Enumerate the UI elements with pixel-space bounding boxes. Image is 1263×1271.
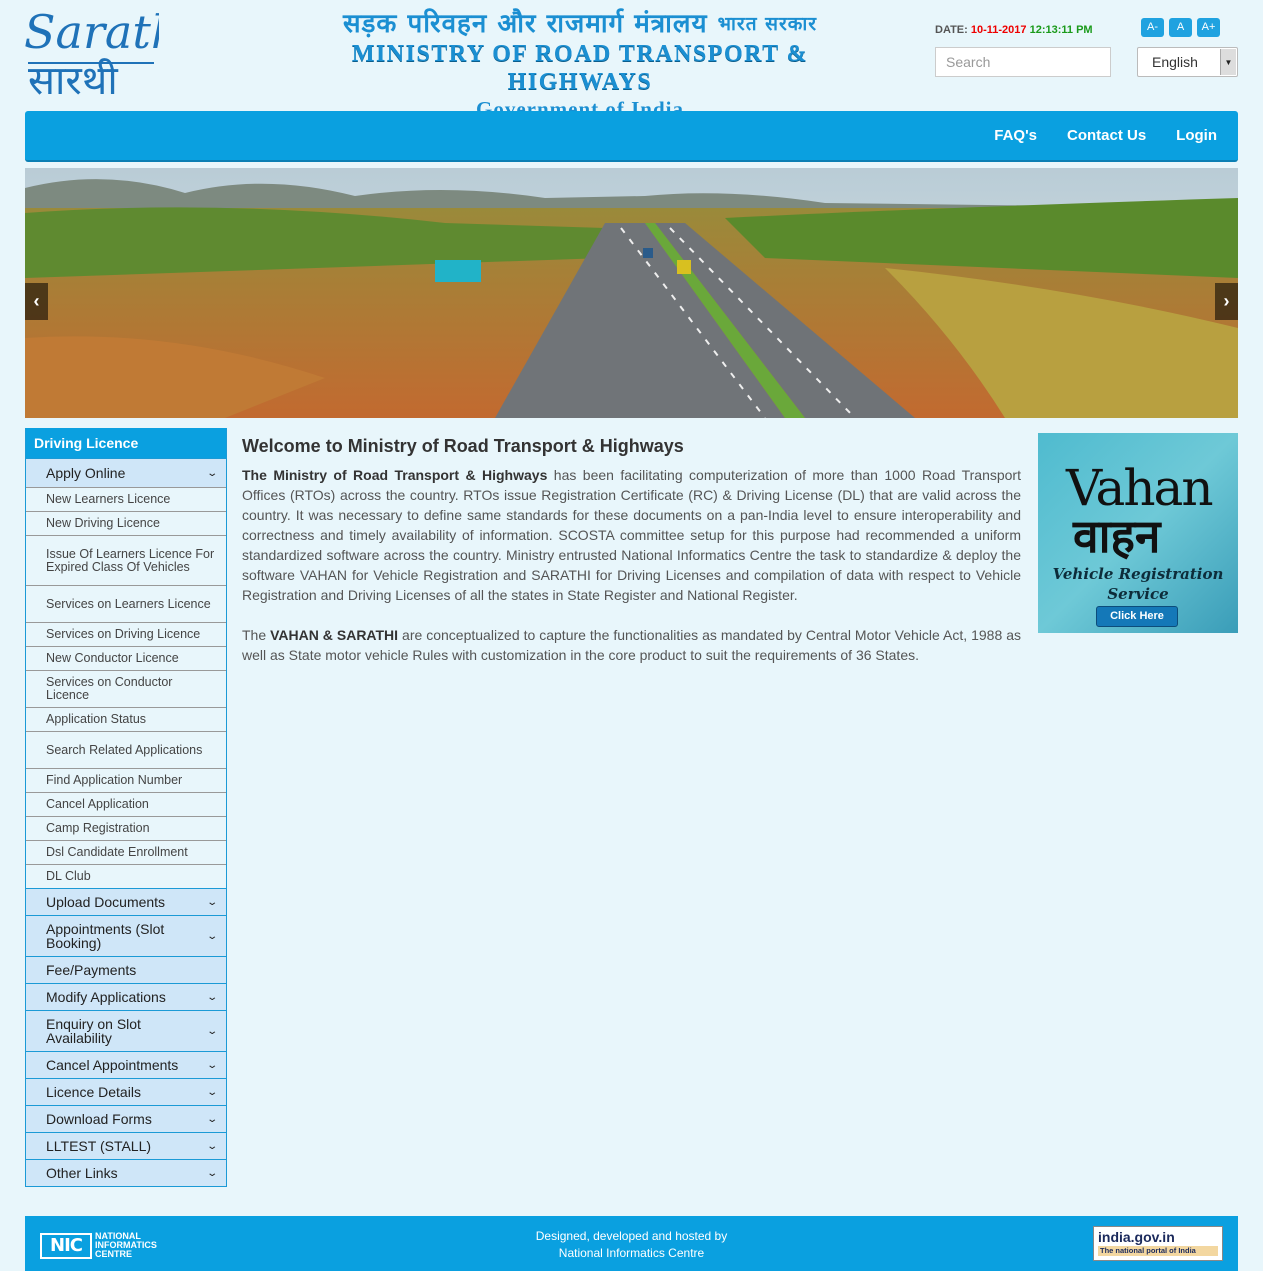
chevron-down-icon: ⌄ bbox=[205, 1113, 218, 1125]
vahan-title-en: Vahan bbox=[1066, 459, 1214, 517]
date-time: DATE: 10-11-2017 12:13:11 PM bbox=[935, 24, 1093, 36]
india-gov-link[interactable]: india.gov.in The national portal of Indi… bbox=[1093, 1226, 1223, 1261]
nav-contact-us[interactable]: Contact Us bbox=[1052, 127, 1161, 144]
logo-text-en: Sarathi bbox=[24, 8, 159, 59]
india-gov-tagline: The national portal of India bbox=[1098, 1246, 1218, 1256]
sidebar-section-enquiry-slot[interactable]: Enquiry on Slot Availability ⌄ bbox=[26, 1010, 226, 1051]
chevron-down-icon: ⌄ bbox=[205, 1086, 218, 1098]
sidebar-item-dsl-enrollment[interactable]: Dsl Candidate Enrollment bbox=[26, 840, 226, 864]
current-date: 10-11-2017 bbox=[970, 24, 1027, 36]
sidebar-section-fee-payments[interactable]: Fee/Payments bbox=[26, 956, 226, 983]
font-size-controls: A- A A+ bbox=[1141, 18, 1220, 37]
sidebar-section-download-forms[interactable]: Download Forms ⌄ bbox=[26, 1105, 226, 1132]
sidebar-item-application-status[interactable]: Application Status bbox=[26, 707, 226, 731]
sidebar-item-cancel-application[interactable]: Cancel Application bbox=[26, 792, 226, 816]
sidebar-section-modify-applications[interactable]: Modify Applications ⌄ bbox=[26, 983, 226, 1010]
footer-credit: Designed, developed and hosted by Nation… bbox=[535, 1229, 728, 1260]
sidebar-item-services-conductor[interactable]: Services on Conductor Licence bbox=[26, 670, 226, 707]
sidebar-section-upload-documents[interactable]: Upload Documents ⌄ bbox=[26, 888, 226, 915]
sidebar-menu: Driving Licence Apply Online ⌄ New Learne… bbox=[25, 428, 227, 1187]
chevron-down-icon: ⌄ bbox=[205, 1025, 218, 1037]
page-title: Welcome to Ministry of Road Transport & … bbox=[242, 436, 684, 456]
sidebar-item-services-learners[interactable]: Services on Learners Licence bbox=[26, 585, 226, 622]
ministry-title-english: MINISTRY OF ROAD TRANSPORT & HIGHWAYS bbox=[351, 41, 809, 95]
vahan-click-here-button[interactable]: Click Here bbox=[1096, 606, 1178, 627]
chevron-down-icon: ⌄ bbox=[205, 1140, 218, 1152]
sidebar-section-lltest-stall[interactable]: LLTEST (STALL) ⌄ bbox=[26, 1132, 226, 1159]
sidebar-section-appointments[interactable]: Appointments (Slot Booking) ⌄ bbox=[26, 915, 226, 956]
search-input[interactable] bbox=[935, 47, 1111, 77]
sidebar-item-find-application[interactable]: Find Application Number bbox=[26, 768, 226, 792]
top-navbar: FAQ's Contact Us Login bbox=[25, 111, 1238, 162]
vahan-ad-banner[interactable]: Vahan वाहन Vehicle Registration Service … bbox=[1038, 433, 1238, 633]
sidebar-section-apply-online[interactable]: Apply Online ⌄ bbox=[26, 458, 226, 487]
language-select[interactable]: English ▼ bbox=[1137, 47, 1238, 77]
sidebar-item-camp-registration[interactable]: Camp Registration bbox=[26, 816, 226, 840]
sidebar-section-licence-details[interactable]: Licence Details ⌄ bbox=[26, 1078, 226, 1105]
nav-login[interactable]: Login bbox=[1161, 127, 1232, 144]
main-content: Welcome to Ministry of Road Transport & … bbox=[242, 436, 1021, 685]
logo-text-hi: सारथी bbox=[28, 58, 118, 100]
font-increase-button[interactable]: A+ bbox=[1197, 18, 1220, 37]
sidebar-item-new-conductor[interactable]: New Conductor Licence bbox=[26, 646, 226, 670]
chevron-down-icon: ⌄ bbox=[205, 896, 218, 908]
india-gov-logo-text: india.gov.in bbox=[1098, 1229, 1175, 1245]
chevron-down-icon: ⌄ bbox=[205, 1059, 218, 1071]
vahan-title-hi: वाहन bbox=[1073, 509, 1161, 563]
chevron-down-icon: ⌄ bbox=[205, 467, 218, 479]
language-value: English bbox=[1152, 54, 1198, 70]
chevron-down-icon: ⌄ bbox=[205, 1167, 218, 1179]
sidebar-section-other-links[interactable]: Other Links ⌄ bbox=[26, 1159, 226, 1186]
sidebar-item-search-related[interactable]: Search Related Applications bbox=[26, 731, 226, 768]
intro-paragraph-2: The VAHAN & SARATHI are conceptualized t… bbox=[242, 627, 1021, 663]
current-time: 12:13:11 PM bbox=[1029, 24, 1093, 36]
carousel-prev-button[interactable]: ‹ bbox=[25, 283, 48, 320]
vahan-subtitle: Vehicle Registration Service bbox=[1052, 565, 1224, 603]
chevron-down-icon: ⌄ bbox=[205, 930, 218, 942]
sidebar-item-services-driving[interactable]: Services on Driving Licence bbox=[26, 622, 226, 646]
ministry-title: सड़क परिवहन और राजमार्ग मंत्रालय भारत सर… bbox=[290, 8, 870, 122]
sidebar-item-dl-club[interactable]: DL Club bbox=[26, 864, 226, 888]
sidebar-item-new-driving-licence[interactable]: New Driving Licence bbox=[26, 511, 226, 535]
sidebar-section-cancel-appointments[interactable]: Cancel Appointments ⌄ bbox=[26, 1051, 226, 1078]
ministry-title-hindi: सड़क परिवहन और राजमार्ग मंत्रालय भारत सर… bbox=[342, 9, 818, 39]
font-normal-button[interactable]: A bbox=[1169, 18, 1192, 37]
sidebar-item-expired-class-ll[interactable]: Issue Of Learners Licence For Expired Cl… bbox=[26, 535, 226, 585]
banner-carousel: ‹ › bbox=[25, 168, 1238, 418]
footer: NIC NATIONAL INFORMATICS CENTRE Designed… bbox=[25, 1216, 1238, 1271]
nav-faqs[interactable]: FAQ's bbox=[979, 127, 1052, 144]
sidebar-item-new-learners-licence[interactable]: New Learners Licence bbox=[26, 487, 226, 511]
carousel-next-button[interactable]: › bbox=[1215, 283, 1238, 320]
chevron-down-icon: ▼ bbox=[1220, 49, 1236, 75]
sidebar-title: Driving Licence bbox=[26, 428, 226, 458]
intro-paragraph-1: The Ministry of Road Transport & Highway… bbox=[242, 467, 1021, 603]
chevron-down-icon: ⌄ bbox=[205, 991, 218, 1003]
sarathi-logo[interactable]: Sarathi सारथी bbox=[24, 5, 195, 104]
font-decrease-button[interactable]: A- bbox=[1141, 18, 1164, 37]
banner-image bbox=[25, 168, 1238, 418]
